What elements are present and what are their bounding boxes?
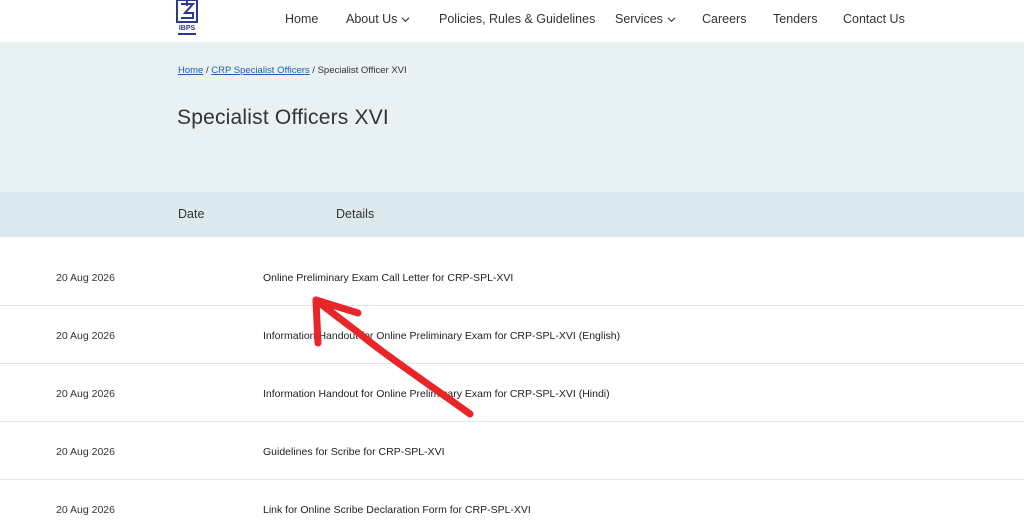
- nav-policies[interactable]: Policies, Rules & Guidelines: [439, 12, 595, 26]
- row-date: 20 Aug 2026: [56, 446, 115, 458]
- ibps-logo-icon[interactable]: IBPS: [176, 0, 198, 37]
- nav-home[interactable]: Home: [285, 12, 318, 26]
- column-header-details: Details: [336, 207, 375, 221]
- breadcrumb-home-link[interactable]: Home: [178, 65, 203, 76]
- chevron-down-icon: [401, 16, 410, 22]
- row-date: 20 Aug 2026: [56, 272, 115, 284]
- nav-contact-us[interactable]: Contact Us: [843, 12, 905, 26]
- nav-tenders[interactable]: Tenders: [773, 12, 817, 26]
- results-table: 20 Aug 2026 Online Preliminary Exam Call…: [0, 248, 1024, 524]
- page-hero: Home / CRP Specialist Officers / Special…: [0, 42, 1024, 192]
- row-details-link[interactable]: Online Preliminary Exam Call Letter for …: [263, 272, 513, 284]
- table-row: 20 Aug 2026 Online Preliminary Exam Call…: [0, 248, 1024, 306]
- nav-services-label: Services: [615, 12, 663, 26]
- nav-careers-label: Careers: [702, 12, 747, 26]
- svg-text:IBPS: IBPS: [179, 25, 196, 32]
- table-row: 20 Aug 2026 Information Handout for Onli…: [0, 364, 1024, 422]
- breadcrumb-separator: /: [205, 65, 209, 76]
- row-details-link[interactable]: Information Handout for Online Prelimina…: [263, 330, 620, 342]
- page-title: Specialist Officers XVI: [177, 106, 389, 129]
- nav-home-label: Home: [285, 12, 319, 26]
- breadcrumb: Home / CRP Specialist Officers / Special…: [178, 65, 407, 76]
- row-date: 20 Aug 2026: [56, 504, 115, 516]
- chevron-down-icon: [667, 16, 676, 22]
- nav-services[interactable]: Services: [615, 12, 676, 26]
- table-header: Date Details: [0, 192, 1024, 237]
- nav-careers[interactable]: Careers: [702, 12, 746, 26]
- top-navigation-bar: IBPS Home About Us Policies, Rules & Gui…: [0, 0, 1024, 42]
- table-row: 20 Aug 2026 Guidelines for Scribe for CR…: [0, 422, 1024, 480]
- nav-policies-label: Policies, Rules & Guidelines: [439, 12, 596, 26]
- row-date: 20 Aug 2026: [56, 330, 115, 342]
- column-header-date: Date: [178, 207, 205, 221]
- row-details-link[interactable]: Information Handout for Online Prelimina…: [263, 388, 610, 400]
- breadcrumb-current: Specialist Officer XVI: [317, 65, 407, 76]
- breadcrumb-section-link[interactable]: CRP Specialist Officers: [211, 65, 309, 76]
- nav-contact-us-label: Contact Us: [843, 12, 905, 26]
- row-date: 20 Aug 2026: [56, 388, 115, 400]
- nav-about-us-label: About Us: [346, 12, 398, 26]
- row-details-link[interactable]: Guidelines for Scribe for CRP-SPL-XVI: [263, 446, 444, 458]
- table-row: 20 Aug 2026 Link for Online Scribe Decla…: [0, 480, 1024, 524]
- breadcrumb-separator: /: [312, 65, 315, 76]
- table-row: 20 Aug 2026 Information Handout for Onli…: [0, 306, 1024, 364]
- row-details-link[interactable]: Link for Online Scribe Declaration Form …: [263, 504, 531, 516]
- nav-about-us[interactable]: About Us: [346, 12, 410, 26]
- nav-tenders-label: Tenders: [773, 12, 818, 26]
